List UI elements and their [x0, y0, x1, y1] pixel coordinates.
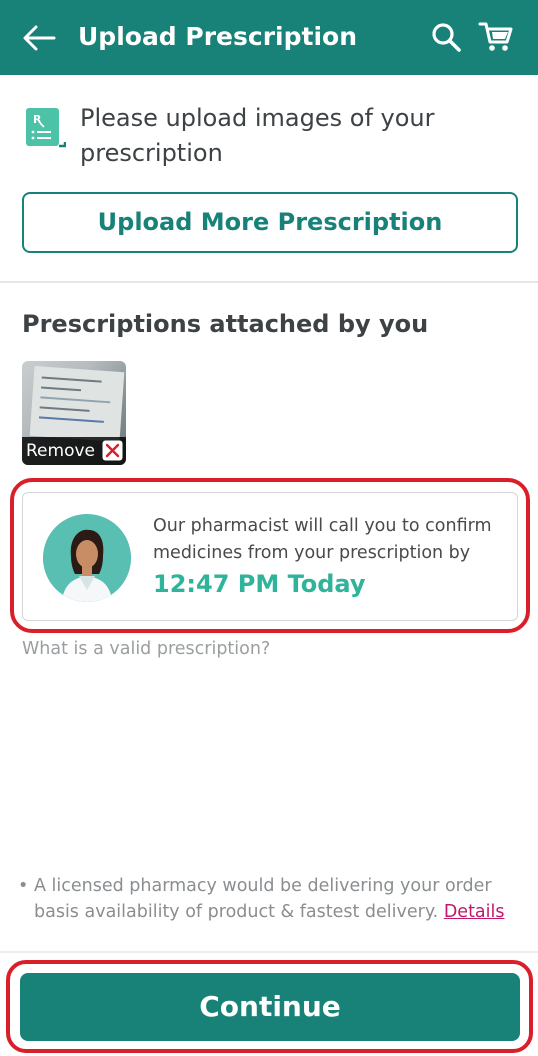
upload-instruction: Please upload images of your prescriptio… [80, 104, 435, 167]
app-bar: Upload Prescription [0, 0, 538, 75]
bullet: • [18, 876, 29, 896]
pharmacist-call-card: Our pharmacist will call you to confirm … [22, 492, 518, 621]
search-icon[interactable] [430, 21, 462, 53]
divider [0, 951, 538, 953]
arrow-left-icon[interactable] [22, 22, 56, 54]
cart-icon[interactable] [478, 20, 514, 54]
note-text: A licensed pharmacy would be delivering … [34, 876, 492, 922]
attached-prescriptions-title: Prescriptions attached by you [22, 310, 429, 338]
divider [0, 281, 538, 283]
page-title: Upload Prescription [78, 22, 358, 51]
remove-prescription-button[interactable]: Remove [22, 437, 126, 465]
prescription-image [29, 365, 125, 443]
continue-button[interactable]: Continue [20, 973, 520, 1041]
prescription-rx-icon: R [26, 108, 66, 148]
pharmacist-avatar [43, 514, 131, 602]
note-text-wrapper: A licensed pharmacy would be delivering … [18, 873, 518, 925]
close-x-icon[interactable] [102, 440, 123, 461]
call-time: 12:47 PM Today [153, 570, 366, 598]
remove-label: Remove [26, 441, 95, 461]
upload-more-prescription-button[interactable]: Upload More Prescription [22, 192, 518, 253]
pharmacist-message: Our pharmacist will call you to confirm … [153, 516, 492, 563]
delivery-note: • A licensed pharmacy would be deliverin… [18, 873, 518, 925]
details-link[interactable]: Details [444, 902, 505, 922]
prescription-thumbnail[interactable]: Remove [22, 361, 126, 465]
valid-prescription-link[interactable]: What is a valid prescription? [22, 637, 270, 661]
